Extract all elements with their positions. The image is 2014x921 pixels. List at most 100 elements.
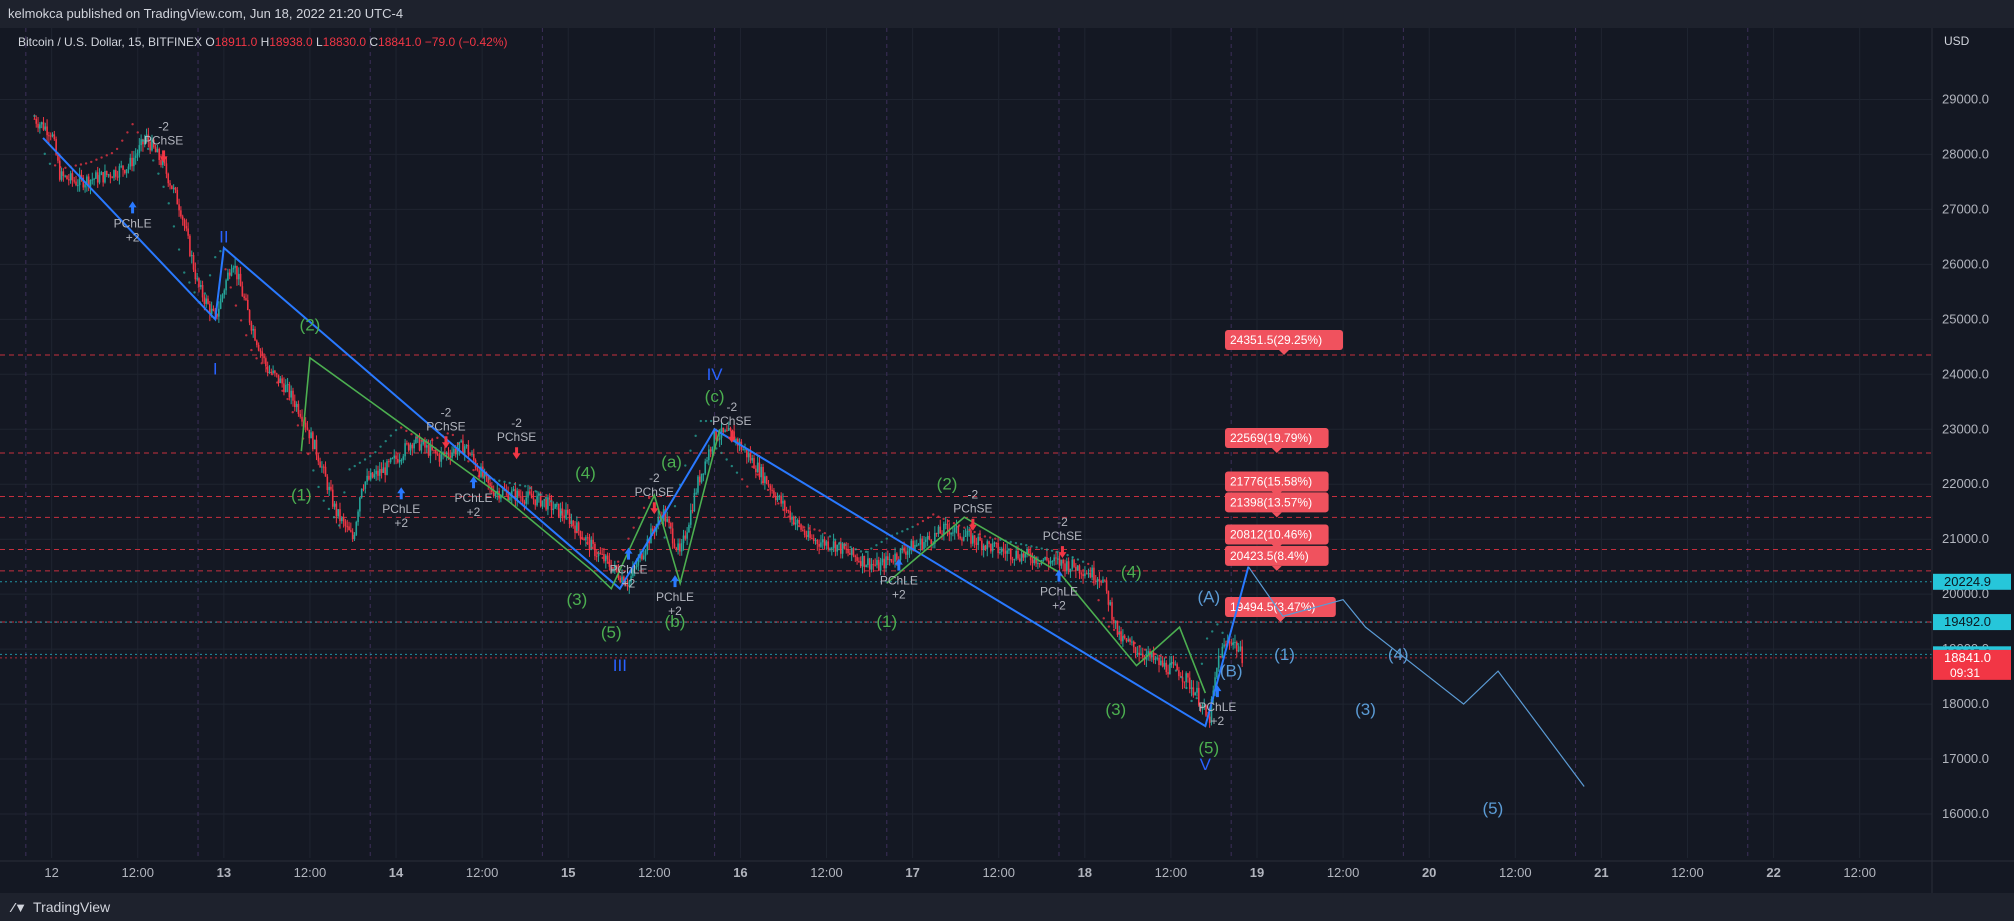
stop-marker (146, 147, 150, 151)
wave-label[interactable]: (3) (1105, 700, 1126, 719)
candle-body (380, 469, 383, 473)
stop-marker (1040, 547, 1043, 550)
wave-label[interactable]: (5) (1483, 799, 1504, 818)
candle-body (1160, 660, 1162, 666)
candle-body (1091, 567, 1093, 578)
candle-body (384, 467, 386, 475)
candle-body (344, 521, 347, 527)
wave-label[interactable]: V (1200, 755, 1212, 774)
wave-label[interactable]: (5) (1198, 739, 1219, 758)
wave-label[interactable]: (5) (601, 623, 622, 642)
candle-body (120, 165, 123, 167)
wave-label[interactable]: (4) (1121, 563, 1142, 582)
candle-body (237, 273, 240, 280)
candle-body (874, 564, 876, 566)
wave-label[interactable]: (a) (661, 453, 682, 472)
wave-label[interactable]: (4) (575, 464, 596, 483)
x-tick-label: 14 (389, 865, 404, 880)
candle-body (1109, 602, 1112, 605)
candle-body (950, 532, 952, 535)
candle-body (51, 134, 54, 137)
wave-label[interactable]: (B) (1220, 662, 1243, 681)
wave-label[interactable]: II (219, 227, 228, 246)
x-tick-label: 12:00 (638, 865, 671, 880)
wave-label[interactable]: III (613, 656, 627, 675)
candle-body (228, 272, 231, 276)
candle-body (847, 549, 849, 554)
candle-body (33, 118, 36, 120)
wave-label[interactable]: (1) (876, 612, 897, 631)
wave-label[interactable]: (c) (705, 387, 725, 406)
footer-bar: ⁄▼ TradingView (0, 893, 2014, 921)
candle-body (545, 499, 547, 510)
candle-body (471, 453, 473, 455)
candle-body (680, 543, 683, 552)
candle-body (803, 530, 806, 536)
candle-body (755, 468, 757, 473)
stop-marker (947, 519, 950, 523)
candle-body (1028, 549, 1030, 554)
ohlc-key: O (205, 35, 214, 49)
candle-body (709, 449, 712, 452)
candle-body (727, 428, 730, 431)
candle-body (865, 565, 867, 568)
candle-body (449, 455, 452, 458)
stop-marker (343, 491, 346, 494)
stop-marker (1185, 686, 1188, 690)
candle-body (178, 204, 180, 211)
stop-marker (121, 139, 124, 142)
candle-body (42, 122, 45, 130)
candle-body (859, 561, 862, 567)
candle-body (1172, 662, 1175, 665)
signal-label: PChLE (609, 563, 647, 577)
candle-body (333, 503, 336, 507)
wave-label[interactable]: (3) (1355, 700, 1376, 719)
stop-marker (332, 516, 336, 519)
symbol-legend: Bitcoin / U.S. Dollar, 15, BITFINEX O189… (18, 35, 508, 49)
candle-body (973, 535, 976, 543)
candle-body (230, 269, 233, 276)
candle-body (946, 523, 949, 530)
candle-body (726, 430, 728, 432)
candle-body (1134, 647, 1137, 653)
candle-body (1187, 673, 1189, 678)
stop-marker (508, 481, 511, 485)
wave-label[interactable]: IV (707, 365, 724, 384)
candle-body (107, 174, 110, 176)
wave-label[interactable]: (3) (566, 590, 587, 609)
wave-label[interactable]: (b) (665, 612, 686, 631)
wave-label[interactable]: (1) (1274, 645, 1295, 664)
candle-body (809, 530, 811, 539)
symbol-legend-text[interactable]: Bitcoin / U.S. Dollar, 15, BITFINEX O189… (18, 35, 508, 49)
target-level-pointer (1275, 616, 1286, 622)
candle-body (527, 491, 529, 498)
candle-body (903, 547, 905, 552)
stop-marker (596, 551, 599, 555)
stop-marker (90, 160, 93, 164)
candle-body (845, 548, 848, 550)
y-tick-label: 16000.0 (1942, 806, 1989, 821)
tradingview-brand[interactable]: ⁄▼ TradingView (12, 899, 110, 915)
stop-marker (353, 464, 356, 468)
stop-marker (932, 513, 935, 516)
target-level-pointer (1271, 512, 1282, 518)
stop-marker (1102, 617, 1105, 620)
candle-body (181, 216, 184, 221)
candle-body (53, 134, 56, 140)
wave-label[interactable]: (2) (300, 315, 321, 334)
candle-body (1239, 646, 1242, 651)
wave-label[interactable]: (1) (291, 486, 312, 505)
price-chart[interactable]: 24351.5(29.25%) 22569(19.79%) 21776(15.58%… (0, 28, 2014, 893)
candles (33, 114, 1243, 728)
signal-label: PChSE (144, 133, 183, 147)
candle-body (841, 543, 844, 554)
candle-body (594, 543, 596, 557)
y-tick-label: 24000.0 (1942, 366, 1989, 381)
wave-label[interactable]: I (213, 359, 218, 378)
candle-body (293, 400, 296, 408)
wave-label[interactable]: (A) (1197, 587, 1220, 606)
candle-body (1062, 559, 1065, 564)
wave-label[interactable]: (2) (937, 475, 958, 494)
wave-label[interactable]: (4) (1388, 645, 1409, 664)
candle-body (105, 170, 108, 176)
